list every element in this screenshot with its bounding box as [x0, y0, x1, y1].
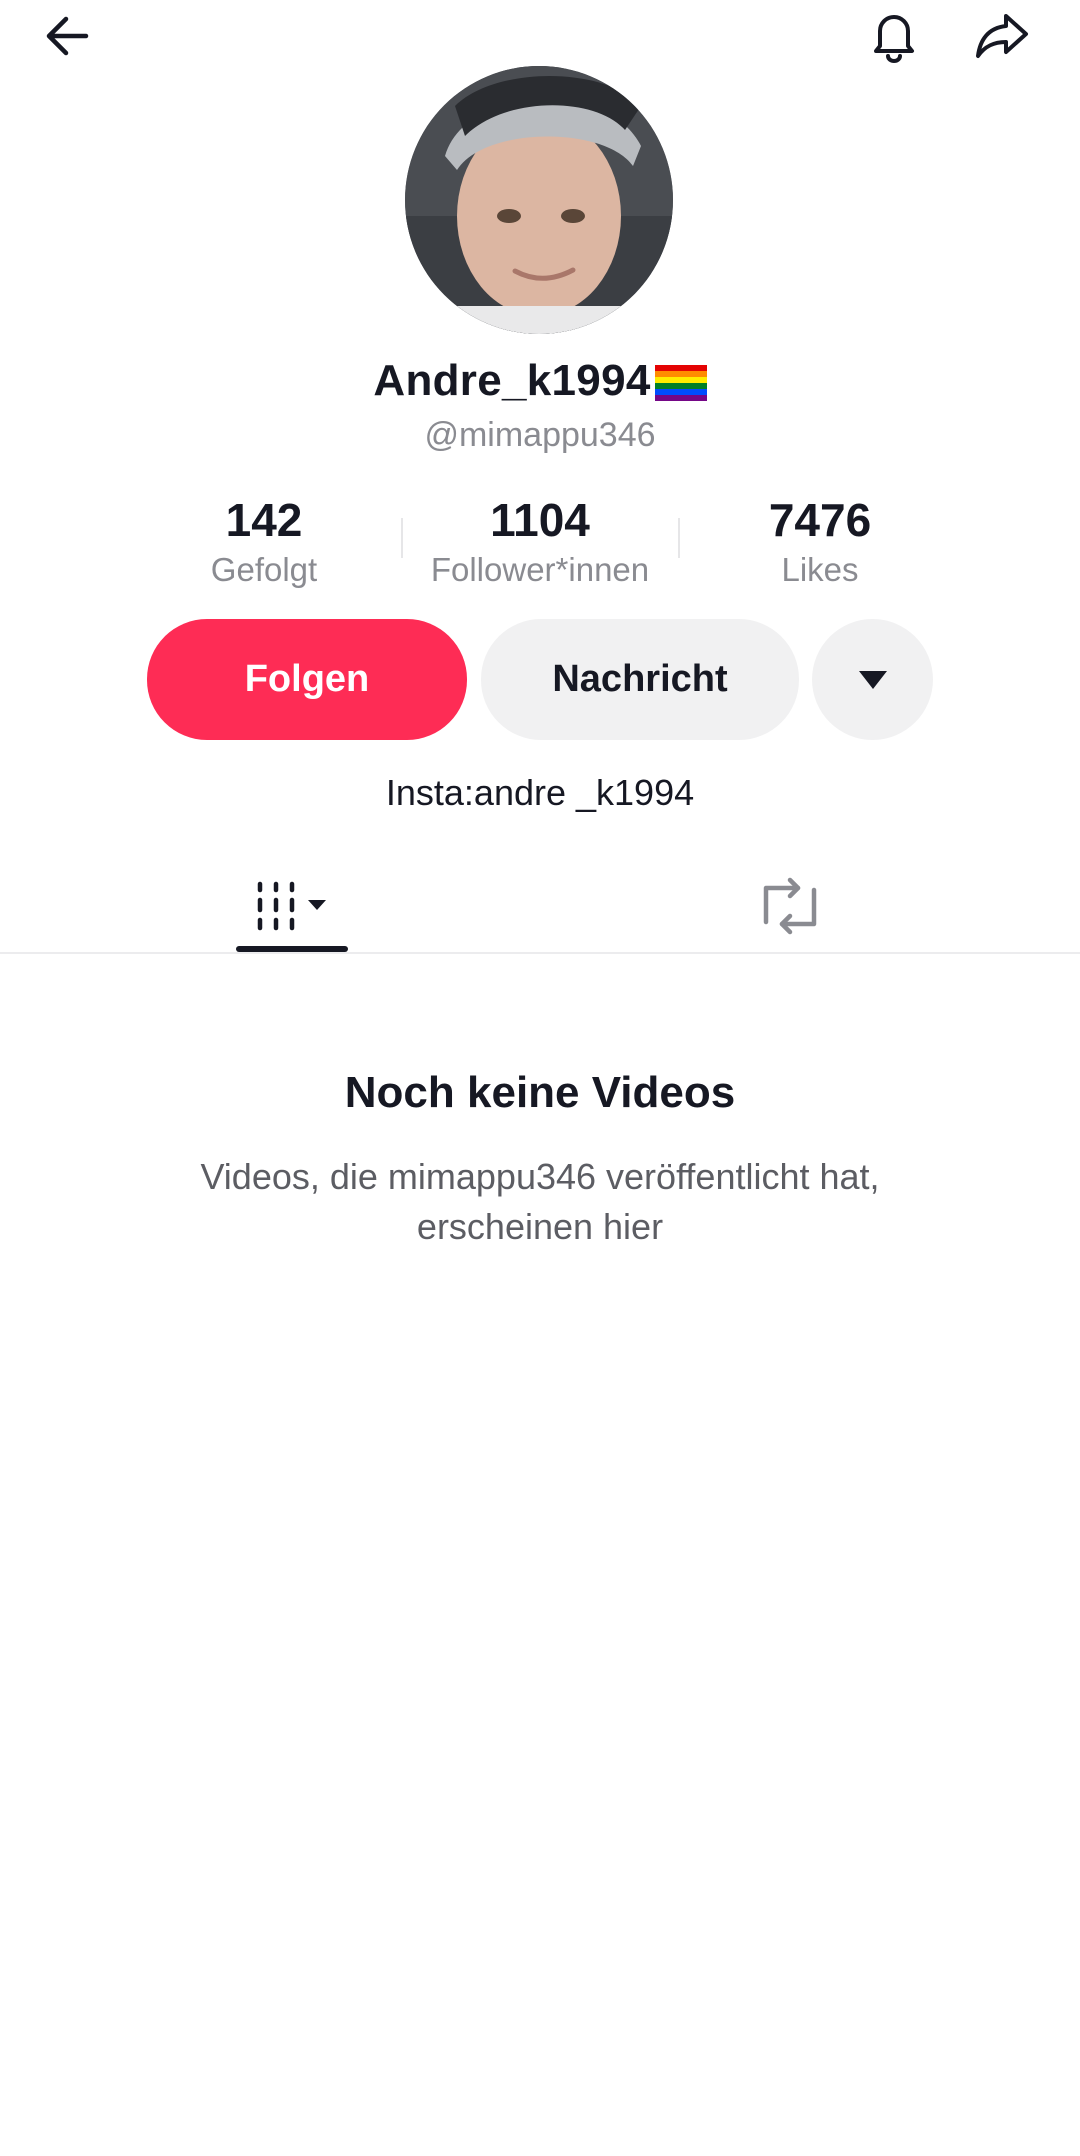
repost-icon [763, 877, 817, 935]
stat-value: 7476 [768, 494, 872, 546]
message-button[interactable]: Nachricht [481, 619, 799, 740]
avatar[interactable] [405, 66, 673, 334]
back-button[interactable] [36, 4, 100, 68]
tab-reposts[interactable] [740, 858, 840, 954]
share-arrow-icon [976, 14, 1028, 58]
more-options-button[interactable] [812, 619, 933, 740]
display-name-text: Andre_k1994 [373, 356, 651, 405]
tab-videos[interactable] [236, 858, 348, 954]
stat-label: Likes [781, 551, 859, 588]
stat-following[interactable]: 142 Gefolgt [170, 492, 358, 592]
empty-state-title: Noch keine Videos [344, 1068, 736, 1117]
stat-label: Follower*innen [430, 551, 650, 588]
display-name: Andre_k1994 [0, 356, 1080, 406]
notification-button[interactable] [862, 2, 926, 66]
stat-followers[interactable]: 1104 Follower*innen [410, 492, 670, 592]
bell-icon [874, 15, 914, 63]
caret-down-icon [858, 670, 887, 689]
grid-columns-icon [257, 881, 326, 931]
rainbow-flag-icon [654, 365, 707, 401]
stat-divider [678, 518, 680, 558]
tab-divider [0, 952, 1080, 954]
stat-value: 142 [225, 494, 303, 546]
stat-likes[interactable]: 7476 Likes [720, 492, 920, 592]
follow-button[interactable]: Folgen [147, 619, 467, 740]
profile-photo [405, 66, 673, 334]
arrow-left-icon [46, 16, 89, 56]
empty-state-description: Videos, die mimappu346 veröffentlicht ha… [200, 1156, 880, 1247]
stat-label: Gefolgt [210, 551, 318, 588]
stat-divider [401, 518, 403, 558]
bio-text: Insta:andre _k1994 [385, 772, 695, 813]
share-button[interactable] [970, 4, 1034, 68]
username-handle: @mimappu346 [424, 416, 656, 454]
stat-value: 1104 [490, 494, 590, 546]
